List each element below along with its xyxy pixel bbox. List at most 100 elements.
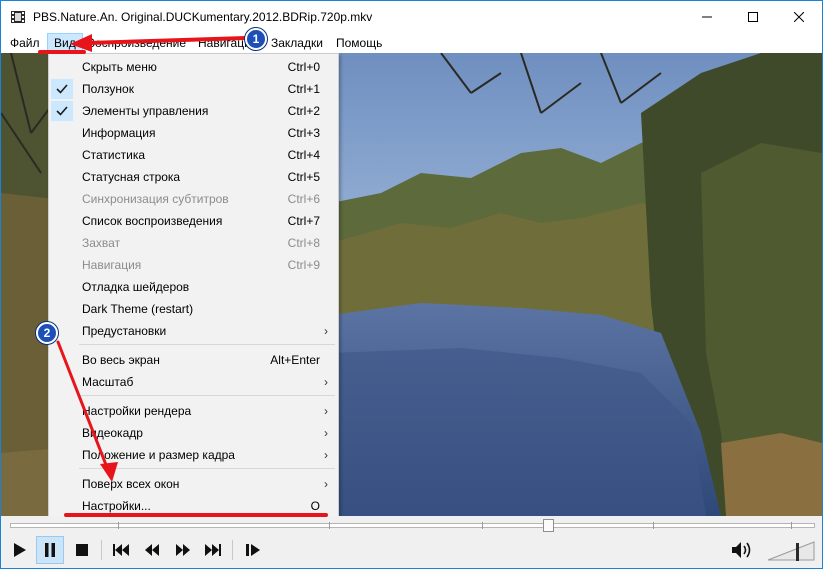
submenu-arrow-icon: › — [324, 324, 328, 338]
view-menu-item[interactable]: Видеокадр › — [50, 422, 338, 444]
toolbar-separator — [232, 540, 233, 560]
minimize-icon — [702, 16, 712, 18]
menu-item-shortcut: Ctrl+9 — [287, 258, 320, 272]
film-icon — [11, 11, 25, 23]
menu-item-label: Dark Theme (restart) — [82, 302, 194, 316]
submenu-arrow-icon: › — [324, 404, 328, 418]
menu-item-label: Список воспроизведения — [82, 214, 223, 228]
submenu-arrow-icon: › — [324, 375, 328, 389]
view-menu-item[interactable]: Положение и размер кадра › — [50, 444, 338, 466]
annotation-badge-1: 1 — [245, 28, 267, 50]
menu-item-shortcut: O — [310, 499, 320, 513]
seek-track[interactable] — [10, 523, 815, 528]
view-menu-item[interactable]: Настройки... O — [50, 495, 338, 517]
menu-item-shortcut: Ctrl+2 — [287, 104, 320, 118]
frame-step-icon — [246, 544, 260, 556]
menu-item-label: Статусная строка — [82, 170, 181, 184]
view-menu-item[interactable]: Масштаб › — [50, 371, 338, 393]
menu-bar: Файл Вид Воспроизведение Навигация Закла… — [1, 33, 822, 53]
skip-back-icon — [113, 544, 129, 556]
view-menu-item[interactable]: Настройки рендера › — [50, 400, 338, 422]
menu-item-label: Информация — [82, 126, 156, 140]
seek-chapter-tick — [329, 522, 330, 529]
menu-item-label: Синхронизация субтитров — [82, 192, 229, 206]
submenu-arrow-icon: › — [324, 448, 328, 462]
menu-help[interactable]: Помощь — [330, 33, 388, 53]
menu-item-label: Захват — [82, 236, 121, 250]
rewind-icon — [145, 544, 159, 556]
minimize-button[interactable] — [684, 1, 730, 33]
menu-item-label: Во весь экран — [82, 353, 160, 367]
menu-item-shortcut: Ctrl+6 — [287, 192, 320, 206]
menu-item-label: Скрыть меню — [82, 60, 157, 74]
view-menu-item[interactable]: Список воспроизведения Ctrl+7 — [50, 210, 338, 232]
player-window: PBS.Nature.An. Original.DUCKumentary.201… — [0, 0, 823, 569]
menu-file[interactable]: Файл — [4, 33, 46, 53]
view-menu-item[interactable]: Ползунок Ctrl+1 — [50, 78, 338, 100]
submenu-arrow-icon: › — [324, 477, 328, 491]
submenu-arrow-icon: › — [324, 426, 328, 440]
menu-playback[interactable]: Воспроизведение — [81, 33, 192, 53]
view-menu-item[interactable]: Статусная строка Ctrl+5 — [50, 166, 338, 188]
play-icon — [14, 543, 26, 557]
menu-item-label: Масштаб — [82, 375, 134, 389]
checkmark-icon — [51, 79, 73, 99]
view-menu-item[interactable]: Отладка шейдеров — [50, 276, 338, 298]
seek-bar-area — [1, 516, 822, 534]
play-button[interactable] — [6, 536, 34, 564]
close-button[interactable] — [776, 1, 822, 33]
seek-thumb[interactable] — [543, 519, 554, 532]
frame-step-button[interactable] — [239, 536, 267, 564]
menu-item-shortcut: Ctrl+7 — [287, 214, 320, 228]
menu-item-label: Статистика — [82, 148, 146, 162]
annotation-badge-2: 2 — [36, 322, 58, 344]
next-button[interactable] — [199, 536, 227, 564]
pause-icon — [45, 543, 55, 557]
view-menu-dropdown: Скрыть меню Ctrl+0 Ползунок Ctrl+1 Элементы … — [48, 53, 339, 517]
previous-button[interactable] — [107, 536, 135, 564]
view-menu-item[interactable]: Поверх всех окон › — [50, 473, 338, 495]
volume-slider[interactable] — [766, 540, 816, 562]
menu-item-shortcut: Ctrl+5 — [287, 170, 320, 184]
view-menu-item[interactable]: Скрыть меню Ctrl+0 — [50, 56, 338, 78]
menu-item-label: Видеокадр — [82, 426, 143, 440]
view-menu-item[interactable]: Элементы управления Ctrl+2 — [50, 100, 338, 122]
menu-item-label: Элементы управления — [82, 104, 209, 118]
rewind-button[interactable] — [138, 536, 166, 564]
stop-button[interactable] — [68, 536, 96, 564]
view-menu-item[interactable]: Статистика Ctrl+4 — [50, 144, 338, 166]
view-menu-item[interactable]: Предустановки › — [50, 320, 338, 342]
maximize-button[interactable] — [730, 1, 776, 33]
menu-item-label: Навигация — [82, 258, 142, 272]
checkmark-icon — [51, 101, 73, 121]
menu-item-label: Ползунок — [82, 82, 134, 96]
menu-item-shortcut: Alt+Enter — [270, 353, 320, 367]
view-menu-item[interactable]: Во весь экран Alt+Enter — [50, 349, 338, 371]
playback-controls — [1, 534, 822, 568]
menu-item-shortcut: Ctrl+4 — [287, 148, 320, 162]
menu-item-label: Предустановки — [82, 324, 167, 338]
speaker-icon — [732, 542, 751, 558]
stop-icon — [76, 544, 88, 556]
mute-button[interactable] — [728, 536, 756, 564]
menu-item-label: Настройки рендера — [82, 404, 192, 418]
seek-chapter-tick — [653, 522, 654, 529]
menu-item-label: Отладка шейдеров — [82, 280, 190, 294]
view-menu-item: Захват Ctrl+8 — [50, 232, 338, 254]
menu-separator — [79, 468, 335, 469]
menu-item-label: Настройки... — [82, 499, 151, 513]
menu-separator — [79, 395, 335, 396]
menu-item-label: Положение и размер кадра — [82, 448, 235, 462]
fast-forward-button[interactable] — [169, 536, 197, 564]
menu-item-shortcut: Ctrl+3 — [287, 126, 320, 140]
skip-forward-icon — [205, 544, 221, 556]
window-title: PBS.Nature.An. Original.DUCKumentary.201… — [33, 10, 373, 24]
menu-separator — [79, 344, 335, 345]
pause-button[interactable] — [36, 536, 64, 564]
menu-view[interactable]: Вид — [47, 33, 83, 53]
maximize-icon — [748, 12, 758, 22]
view-menu-item[interactable]: Информация Ctrl+3 — [50, 122, 338, 144]
view-menu-item[interactable]: Dark Theme (restart) — [50, 298, 338, 320]
menu-bookmarks[interactable]: Закладки — [265, 33, 329, 53]
menu-item-label: Поверх всех окон — [82, 477, 180, 491]
